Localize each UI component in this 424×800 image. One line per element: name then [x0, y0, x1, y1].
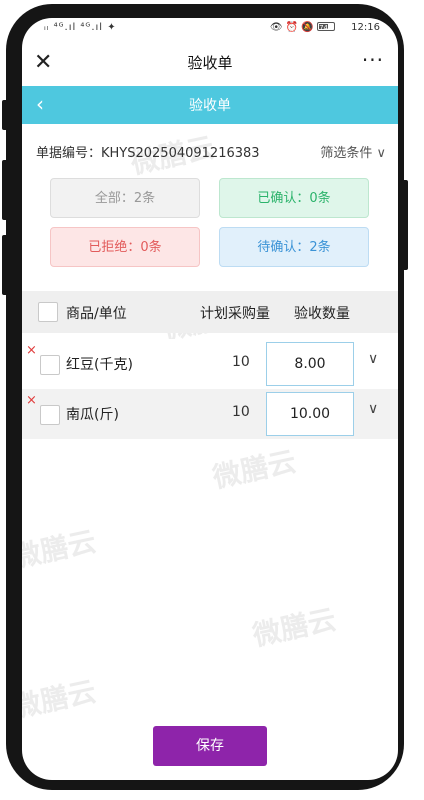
row-checkbox[interactable]: [40, 405, 60, 425]
select-all-checkbox[interactable]: [38, 302, 58, 322]
status-icons-right: 👁 ⏰ 🔕 74 12:16: [270, 22, 380, 33]
filter-confirmed-card[interactable]: 已确认：0条: [219, 178, 369, 218]
side-button: [2, 235, 8, 295]
watermark: 微膳云: [249, 602, 339, 653]
document-number: 单据编号：KHYS202504091216383: [36, 146, 260, 161]
received-quantity-input[interactable]: 10.00: [266, 392, 354, 436]
watermark: 微膳云: [209, 444, 299, 495]
battery-level: 74: [319, 24, 328, 32]
chevron-down-icon[interactable]: ∨: [368, 351, 378, 367]
save-button[interactable]: 保存: [153, 726, 267, 766]
planned-quantity: 10: [232, 404, 250, 420]
chevron-down-icon[interactable]: ∨: [368, 401, 378, 417]
delete-icon[interactable]: ×: [26, 343, 37, 358]
product-name: 南瓜(斤): [66, 407, 119, 423]
status-icons: 👁 ⏰ 🔕: [269, 22, 314, 33]
watermark: 微膳云: [22, 674, 99, 725]
column-header-planned: 计划采购量: [200, 306, 270, 322]
side-button: [2, 160, 8, 220]
table-row: × 南瓜(斤) 10 10.00 ∨: [22, 389, 398, 439]
received-quantity-input[interactable]: 8.00: [266, 342, 354, 386]
page-title: 验收单: [189, 98, 231, 114]
filter-label: 筛选条件: [320, 146, 373, 161]
product-name: 红豆(千克): [66, 357, 133, 373]
status-time: 12:16: [351, 22, 380, 33]
screen: ᵢₗ ⁴ᴳ.ıl ⁴ᴳ.ıl ✦ 👁 ⏰ 🔕 74 12:16 ✕ 验收单 ··…: [22, 18, 398, 780]
window-title: 验收单: [187, 54, 233, 72]
page-header: ‹ 验收单: [22, 86, 398, 124]
table-row: × 红豆(千克) 10 8.00 ∨: [22, 339, 398, 389]
status-bar: ᵢₗ ⁴ᴳ.ıl ⁴ᴳ.ıl ✦ 👁 ⏰ 🔕 74 12:16: [22, 18, 398, 42]
table-header: 商品/单位 计划采购量 验收数量: [22, 291, 398, 333]
column-header-received: 验收数量: [294, 306, 350, 322]
signal-icons: ᵢₗ ⁴ᴳ.ıl ⁴ᴳ.ıl ✦: [44, 22, 117, 33]
delete-icon[interactable]: ×: [26, 393, 37, 408]
filter-pending-card[interactable]: 待确认：2条: [219, 227, 369, 267]
more-icon[interactable]: ···: [362, 48, 384, 72]
filter-button[interactable]: 筛选条件 ∨: [320, 142, 386, 161]
titlebar: ✕ 验收单 ···: [22, 42, 398, 86]
row-checkbox[interactable]: [40, 355, 60, 375]
phone-frame: ᵢₗ ⁴ᴳ.ıl ⁴ᴳ.ıl ✦ 👁 ⏰ 🔕 74 12:16 ✕ 验收单 ··…: [6, 4, 404, 790]
side-button: [2, 100, 8, 130]
watermark: 微膳云: [22, 524, 99, 575]
column-header-product: 商品/单位: [66, 306, 127, 322]
document-info: 单据编号：KHYS202504091216383 筛选条件 ∨: [36, 142, 386, 162]
filter-all-card[interactable]: 全部：2条: [50, 178, 200, 218]
side-button: [401, 180, 408, 270]
filter-rejected-card[interactable]: 已拒绝：0条: [50, 227, 200, 267]
planned-quantity: 10: [232, 354, 250, 370]
chevron-down-icon: ∨: [376, 146, 386, 161]
